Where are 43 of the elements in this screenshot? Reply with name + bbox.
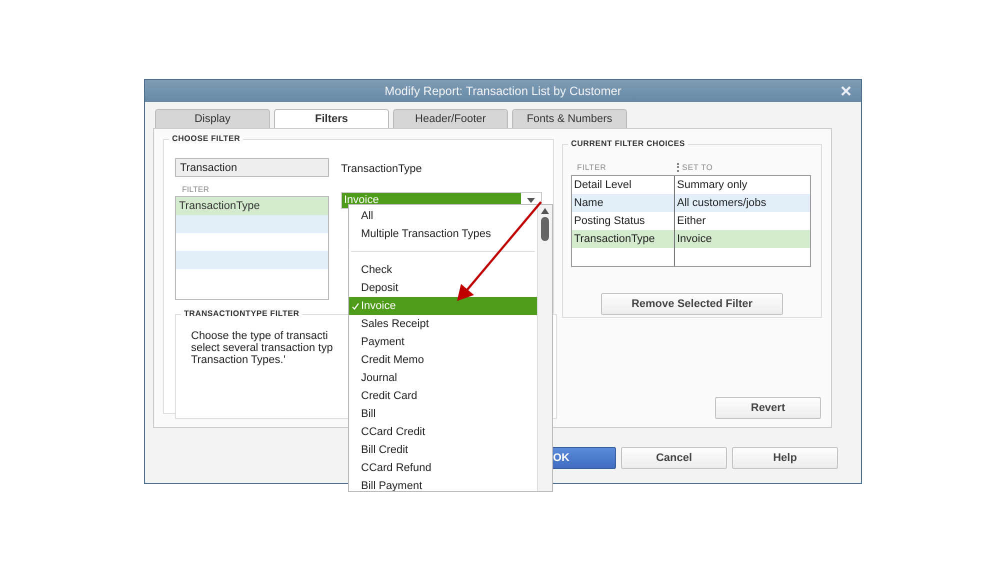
scrollbar[interactable]	[537, 205, 552, 491]
dropdown-option[interactable]: Multiple Transaction Types	[349, 225, 537, 243]
dropdown-option[interactable]: Payment	[349, 333, 537, 351]
group-heading: CURRENT FILTER CHOICES	[568, 139, 688, 148]
tab[interactable]: Display	[155, 109, 270, 128]
close-icon[interactable]	[841, 86, 851, 96]
column-header: FILTER	[181, 184, 210, 196]
table-cell: TransactionType	[572, 230, 675, 248]
dropdown-option[interactable]: Bill	[349, 405, 537, 423]
tab[interactable]: Header/Footer	[393, 109, 508, 128]
list-item[interactable]: TransactionType	[176, 197, 328, 215]
group-heading: CHOOSE FILTER	[169, 134, 244, 143]
remove-filter-button[interactable]: Remove Selected Filter	[601, 293, 783, 315]
dropdown-arrow-icon[interactable]	[527, 198, 535, 203]
table-cell-text: Either	[676, 214, 707, 229]
dropdown-option[interactable]: Credit Card	[349, 387, 537, 405]
dialog-button[interactable]: Help	[732, 447, 838, 469]
dialog-button[interactable]: Cancel	[621, 447, 727, 469]
table-cell-text: Invoice	[676, 232, 713, 247]
column-header: FILTER	[576, 163, 608, 172]
revert-button[interactable]: Revert	[715, 397, 821, 419]
dropdown-option[interactable]: Credit Memo	[349, 351, 537, 369]
dropdown-option[interactable]: CCard Credit	[349, 423, 537, 441]
tab[interactable]: Fonts & Numbers	[512, 109, 627, 128]
description-text: Choose the type of transacti select several transaction typ Transaction Types.'	[191, 330, 333, 366]
table-cell-text: Summary only	[676, 178, 748, 193]
group-heading: TRANSACTIONTYPE FILTER	[181, 309, 302, 318]
scroll-up-icon[interactable]	[541, 208, 549, 214]
tab[interactable]: Filters	[274, 109, 389, 128]
dropdown-option[interactable]: Check	[349, 261, 537, 279]
filter-search-field[interactable]: Transaction	[175, 158, 329, 177]
table-cell: Name	[572, 194, 675, 212]
scroll-thumb[interactable]	[541, 217, 549, 241]
dropdown-option[interactable]: Sales Receipt	[349, 315, 537, 333]
dropdown-option[interactable]: Journal	[349, 369, 537, 387]
table-cell-text: All customers/jobs	[676, 196, 768, 211]
field-label: TransactionType	[341, 163, 423, 175]
dropdown-option[interactable]: All	[349, 207, 537, 225]
window-title: Modify Report: Transaction List by Customer	[384, 84, 622, 98]
column-header: SET TO	[677, 163, 782, 172]
dropdown-option[interactable]: Deposit	[349, 279, 537, 297]
checkmark-icon	[352, 303, 359, 310]
dropdown-option[interactable]: Bill Payment	[349, 477, 537, 491]
